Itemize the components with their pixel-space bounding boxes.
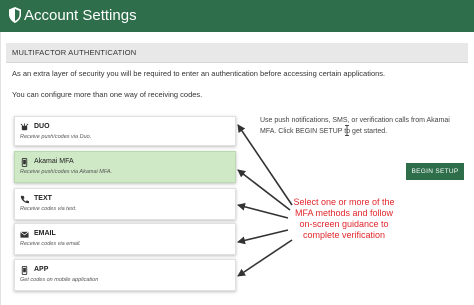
annotation-text: Select one or more of the MFA methods an… <box>282 197 406 241</box>
annotation-line: complete verification <box>302 230 386 240</box>
method-card-text[interactable]: TEXT Receive codes via text. <box>14 188 236 220</box>
duo-icon <box>20 123 29 131</box>
annotation-line: MFA methods and follow <box>294 208 394 218</box>
method-info-text: Use push notifications, SMS, or verifica… <box>260 117 450 135</box>
method-description: Receive push/codes via Akamai MFA. <box>20 169 113 175</box>
method-description: Receive codes via email. <box>20 241 81 247</box>
method-card-duo[interactable]: DUO Receive push/codes via Duo. <box>14 116 236 146</box>
method-description: Receive codes via text. <box>20 206 77 212</box>
method-name: APP <box>34 266 49 273</box>
annotation-line: Select one or more of the <box>293 197 395 207</box>
method-name: EMAIL <box>34 230 56 237</box>
app-header: Account Settings <box>0 0 474 32</box>
intro-text: As an extra layer of security you will b… <box>12 69 386 78</box>
method-name: TEXT <box>34 195 52 202</box>
page-title: Account Settings <box>24 7 137 24</box>
text-cursor-icon <box>345 125 349 136</box>
annotation-line: on-screen guidance to <box>299 219 389 229</box>
email-icon <box>20 231 29 238</box>
method-description: Get codes on mobile application <box>20 277 99 283</box>
mobile-phone-icon <box>21 158 28 167</box>
method-card-app[interactable]: APP Get codes on mobile application <box>14 259 236 291</box>
method-card-akamai-mfa[interactable]: Akamai MFA Receive push/codes via Akamai… <box>14 151 236 183</box>
method-name: DUO <box>34 123 50 130</box>
begin-setup-button[interactable]: BEGIN SETUP <box>406 163 464 180</box>
method-name: Akamai MFA <box>34 158 74 165</box>
intro-text-secondary: You can configure more than one way of r… <box>12 90 203 99</box>
method-description: Receive push/codes via Duo. <box>20 134 92 140</box>
sms-phone-icon <box>20 195 29 204</box>
section-title: MULTIFACTOR AUTHENTICATION <box>12 48 137 57</box>
shield-icon <box>9 7 21 23</box>
method-card-email[interactable]: EMAIL Receive codes via email. <box>14 223 236 255</box>
app-icon <box>21 266 28 275</box>
